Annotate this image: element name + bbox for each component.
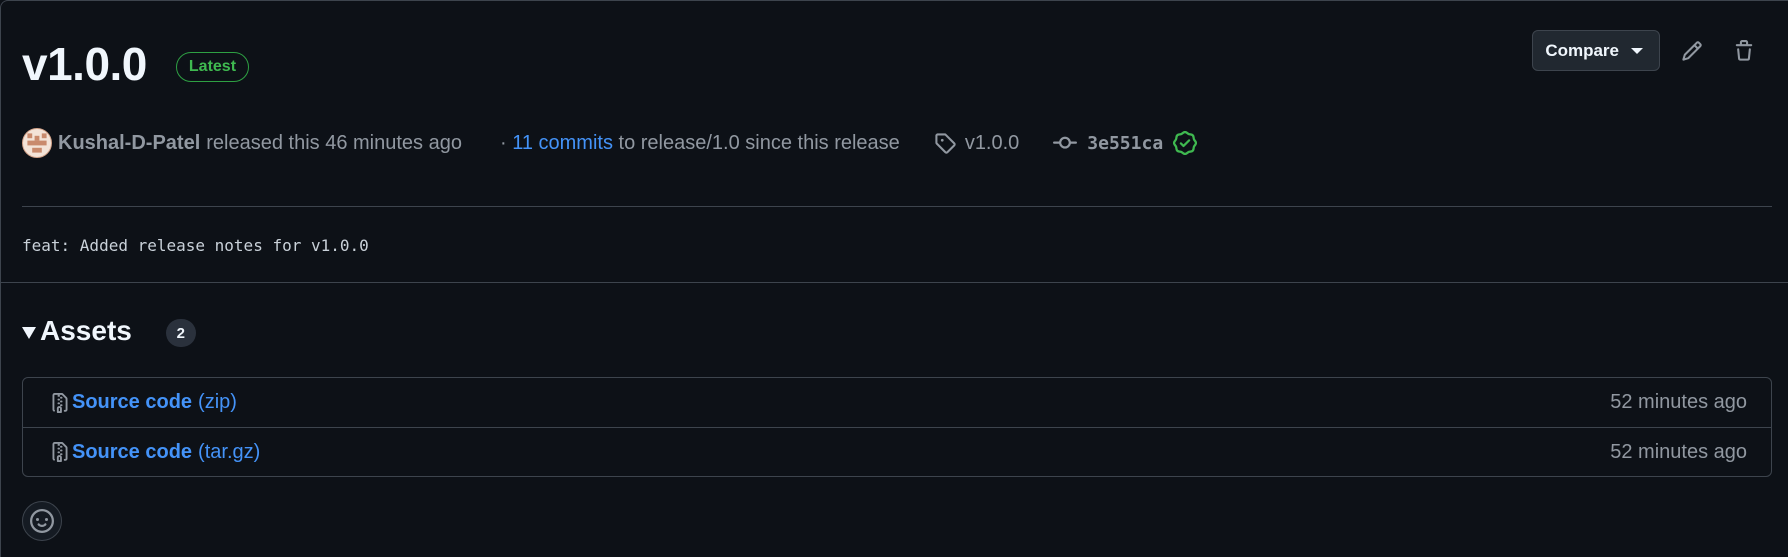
avatar[interactable] <box>22 128 52 158</box>
commits-suffix: to release/1.0 since this release <box>618 131 900 154</box>
pencil-icon <box>1682 40 1702 61</box>
verified-check-icon[interactable] <box>1173 131 1198 155</box>
asset-row: Source code (zip) 52 minutes ago <box>23 378 1771 427</box>
trash-icon <box>1735 39 1753 61</box>
asset-ext: (zip) <box>198 391 237 413</box>
asset-time: 52 minutes ago <box>1610 440 1747 463</box>
asset-time: 52 minutes ago <box>1610 391 1747 413</box>
verified-icon <box>1173 131 1198 155</box>
tag-label: v1.0.0 <box>964 131 1020 154</box>
asset-name: Source code <box>72 391 193 413</box>
release-notes: feat: Added release notes for v1.0.0 <box>22 236 369 255</box>
latest-badge: Latest <box>175 52 250 82</box>
asset-link-targz[interactable]: Source code (tar.gz) <box>50 441 260 464</box>
commits-info: · 11 commits to release/1.0 since this r… <box>500 132 900 155</box>
git-commit-icon <box>1053 136 1078 149</box>
release-header: v1.0.0 Latest <box>22 41 250 87</box>
tag-icon <box>935 133 956 154</box>
compare-label: Compare <box>1545 40 1619 60</box>
release-meta: Kushal-D-Patel released this 46 minutes … <box>22 128 1198 158</box>
released-text: released this 46 minutes ago <box>206 131 462 154</box>
release-title[interactable]: v1.0.0 <box>22 41 147 87</box>
commits-link[interactable]: 11 commits <box>512 132 613 154</box>
commit-link[interactable]: 3e551ca <box>1053 131 1198 155</box>
meta-divider <box>22 206 1772 207</box>
asset-ext: (tar.gz) <box>198 440 261 463</box>
identicon-icon <box>27 133 47 153</box>
release-card: v1.0.0 Latest Compare Kushal-D-Patel rel… <box>0 0 1788 557</box>
smiley-icon <box>30 509 54 533</box>
author-link[interactable]: Kushal-D-Patel <box>58 132 200 155</box>
release-actions: Compare <box>1532 30 1764 71</box>
section-divider <box>1 282 1788 283</box>
commit-sha: 3e551ca <box>1087 132 1164 154</box>
assets-count-badge: 2 <box>165 319 196 347</box>
edit-button[interactable] <box>1672 31 1712 71</box>
add-reaction-button[interactable] <box>22 501 62 541</box>
asset-name: Source code <box>72 440 193 463</box>
assets-title: Assets <box>40 315 132 346</box>
commits-prefix: · <box>499 131 507 154</box>
triangle-down-icon <box>22 326 36 339</box>
file-zip-icon <box>52 442 68 462</box>
assets-list: Source code (zip) 52 minutes ago Source … <box>22 377 1772 477</box>
asset-link-zip[interactable]: Source code (zip) <box>50 391 237 414</box>
caret-down-icon <box>1631 47 1643 54</box>
asset-row: Source code (tar.gz) 52 minutes ago <box>23 427 1771 476</box>
file-zip-icon <box>52 392 68 413</box>
compare-button[interactable]: Compare <box>1532 30 1660 71</box>
tag-link[interactable]: v1.0.0 <box>934 132 1019 155</box>
delete-button[interactable] <box>1724 31 1764 71</box>
assets-toggle[interactable]: Assets 2 <box>22 315 196 347</box>
